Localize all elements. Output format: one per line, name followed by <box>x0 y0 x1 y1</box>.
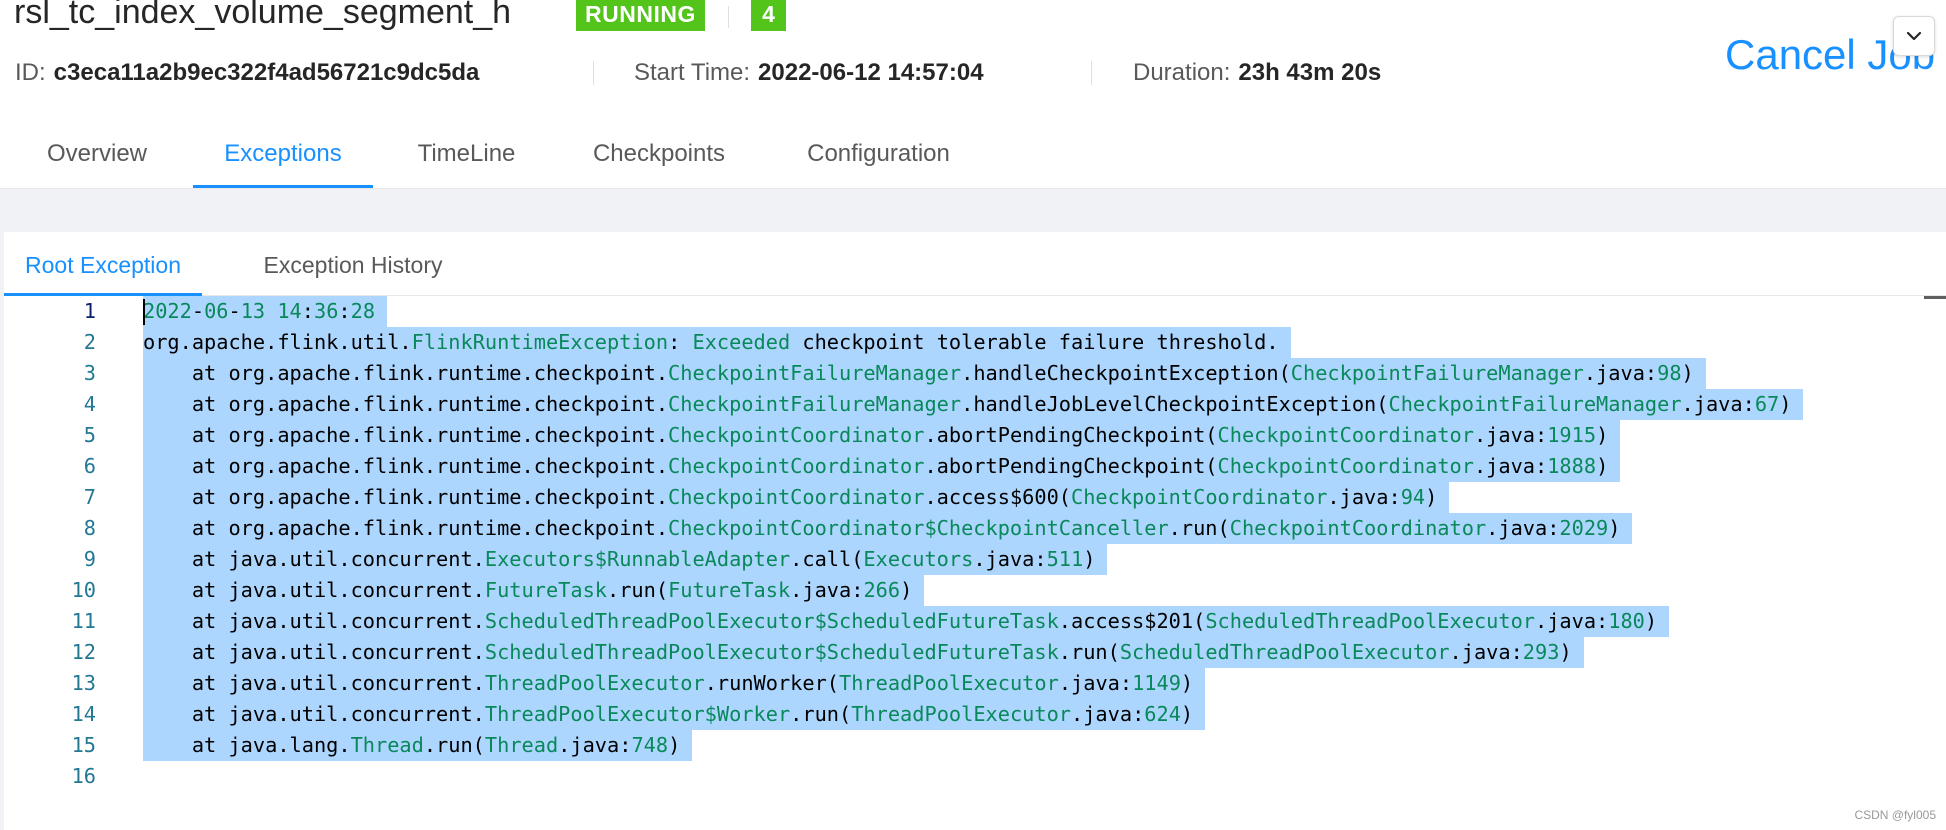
line-number: 4 <box>83 392 96 416</box>
tab-exceptions[interactable]: Exceptions <box>193 130 373 188</box>
job-header: rsl_tc_index_volume_segment_h RUNNING 4 … <box>0 0 1946 189</box>
line-number: 1 <box>83 299 96 323</box>
meta-divider <box>593 61 594 85</box>
line-number: 16 <box>71 764 96 788</box>
text-cursor <box>143 299 145 325</box>
collapse-button[interactable] <box>1893 16 1935 56</box>
start-time-label: Start Time: <box>634 59 751 86</box>
line-number: 7 <box>83 485 96 509</box>
job-id: ID: c3eca11a2b9ec322f4ad56721c9dc5da <box>15 58 479 88</box>
line-text: at java.util.concurrent.ScheduledThreadP… <box>143 637 1584 668</box>
code-line: 9 at java.util.concurrent.Executors$Runn… <box>4 544 1946 575</box>
meta-divider <box>1091 61 1092 85</box>
line-text: at java.lang.Thread.run(Thread.java:748) <box>143 730 693 761</box>
code-line: 13 at java.util.concurrent.ThreadPoolExe… <box>4 668 1946 699</box>
code-line: 8 at org.apache.flink.runtime.checkpoint… <box>4 513 1946 544</box>
code-line: 5 at org.apache.flink.runtime.checkpoint… <box>4 420 1946 451</box>
line-number: 5 <box>83 423 96 447</box>
flink-job-detail-page: rsl_tc_index_volume_segment_h RUNNING 4 … <box>0 0 1946 830</box>
code-line: 1 2022-06-13 14:36:28 <box>4 296 1946 327</box>
line-number: 8 <box>83 516 96 540</box>
duration-label: Duration: <box>1133 59 1231 86</box>
line-number: 6 <box>83 454 96 478</box>
chevron-down-icon <box>1906 31 1922 41</box>
line-text: at org.apache.flink.runtime.checkpoint.C… <box>143 482 1450 513</box>
tab-configuration[interactable]: Configuration <box>786 130 971 188</box>
tab-root-exception[interactable]: Root Exception <box>4 232 202 296</box>
line-text: 2022-06-13 14:36:28 <box>143 296 388 327</box>
task-count-badge: 4 <box>751 0 786 31</box>
start-time-value: 2022-06-12 14:57:04 <box>758 59 984 86</box>
line-text: at java.util.concurrent.ScheduledThreadP… <box>143 606 1670 637</box>
code-line: 4 at org.apache.flink.runtime.checkpoint… <box>4 389 1946 420</box>
line-text: at java.util.concurrent.FutureTask.run(F… <box>143 575 925 606</box>
line-text: at java.util.concurrent.ThreadPoolExecut… <box>143 699 1206 730</box>
line-text: at org.apache.flink.runtime.checkpoint.C… <box>143 451 1621 482</box>
tab-checkpoints[interactable]: Checkpoints <box>573 130 745 188</box>
exception-sub-tabs: Root Exception Exception History <box>4 232 1946 296</box>
line-number: 9 <box>83 547 96 571</box>
status-badge: RUNNING <box>576 0 705 31</box>
line-text: at org.apache.flink.runtime.checkpoint.C… <box>143 420 1621 451</box>
line-number: 2 <box>83 330 96 354</box>
start-time: Start Time: 2022-06-12 14:57:04 <box>634 58 984 88</box>
exceptions-card: Root Exception Exception History 1 2022-0… <box>4 232 1946 830</box>
line-text: at java.util.concurrent.Executors$Runnab… <box>143 544 1108 575</box>
code-line: 14 at java.util.concurrent.ThreadPoolExe… <box>4 699 1946 730</box>
tab-overview[interactable]: Overview <box>17 130 177 188</box>
line-number: 11 <box>71 609 96 633</box>
line-text: at java.util.concurrent.ThreadPoolExecut… <box>143 668 1206 699</box>
exception-code-editor[interactable]: 1 2022-06-13 14:36:28 2 org.apache.flink.ut… <box>4 296 1946 830</box>
job-id-value: c3eca11a2b9ec322f4ad56721c9dc5da <box>53 59 480 86</box>
code-line: 7 at org.apache.flink.runtime.checkpoint… <box>4 482 1946 513</box>
title-divider <box>728 6 729 28</box>
line-text: at org.apache.flink.runtime.checkpoint.C… <box>143 358 1706 389</box>
tab-timeline[interactable]: TimeLine <box>399 130 534 188</box>
line-number: 13 <box>71 671 96 695</box>
code-line: 12 at java.util.concurrent.ScheduledThre… <box>4 637 1946 668</box>
line-text: at org.apache.flink.runtime.checkpoint.C… <box>143 389 1804 420</box>
line-number: 10 <box>71 578 96 602</box>
duration-value: 23h 43m 20s <box>1238 59 1382 86</box>
job-id-label: ID: <box>15 59 46 86</box>
code-line: 16 <box>4 761 1946 792</box>
code-line: 3 at org.apache.flink.runtime.checkpoint… <box>4 358 1946 389</box>
line-text: at org.apache.flink.runtime.checkpoint.C… <box>143 513 1633 544</box>
job-title: rsl_tc_index_volume_segment_h <box>14 0 512 31</box>
code-line: 6 at org.apache.flink.runtime.checkpoint… <box>4 451 1946 482</box>
line-number: 3 <box>83 361 96 385</box>
line-number: 14 <box>71 702 96 726</box>
duration: Duration: 23h 43m 20s <box>1133 58 1381 88</box>
code-line: 10 at java.util.concurrent.FutureTask.ru… <box>4 575 1946 606</box>
line-number: 12 <box>71 640 96 664</box>
tab-exception-history[interactable]: Exception History <box>248 232 458 295</box>
code-line: 11 at java.util.concurrent.ScheduledThre… <box>4 606 1946 637</box>
line-text: org.apache.flink.util.FlinkRuntimeExcept… <box>143 327 1291 358</box>
line-number: 15 <box>71 733 96 757</box>
code-line: 15 at java.lang.Thread.run(Thread.java:7… <box>4 730 1946 761</box>
code-line: 2 org.apache.flink.util.FlinkRuntimeExcep… <box>4 327 1946 358</box>
watermark: CSDN @fyl005 <box>1854 808 1936 822</box>
